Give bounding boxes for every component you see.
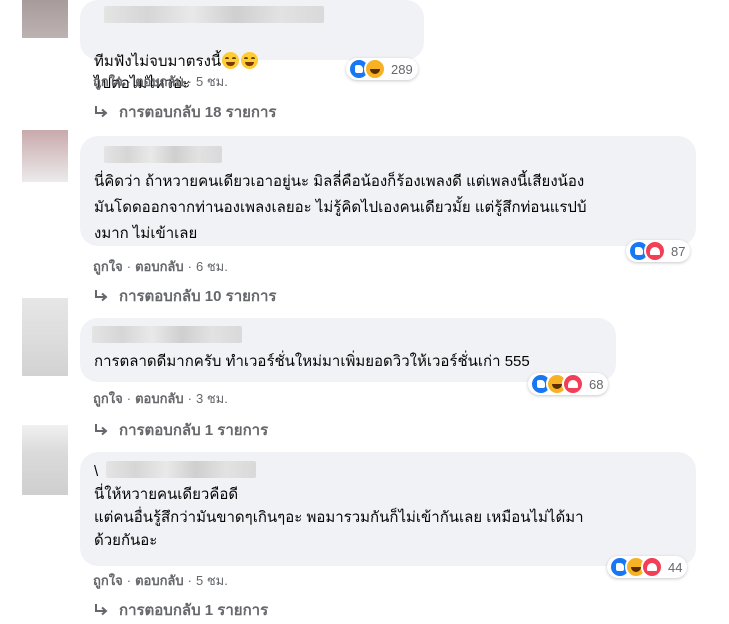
author-name-blurred[interactable] — [92, 326, 242, 343]
reply-arrow-icon — [93, 603, 109, 617]
grinning-face-icon — [222, 52, 240, 69]
reaction-summary[interactable]: 44 — [607, 556, 688, 578]
timestamp[interactable]: 6 ชม. — [196, 259, 228, 274]
timestamp[interactable]: 3 ชม. — [196, 391, 228, 406]
comment-bubble: \ นี่ให้หวายคนเดียวคือดี แต่คนอื่นรู้สึก… — [80, 452, 696, 566]
reply-button[interactable]: ตอบกลับ — [135, 391, 184, 406]
love-icon — [562, 373, 584, 395]
love-icon — [644, 240, 666, 262]
haha-icon — [364, 58, 386, 80]
comment-bubble: ทีมฟังไม่จบมาตรงนี้ ไปต่อไม่ไหวอ่ะ — [80, 0, 424, 92]
comment-text: นี่คิดว่า ถ้าหวายคนเดียวเอาอยู่นะ มิลลี่… — [94, 173, 587, 242]
comment-actions: ถูกใจ · ตอบกลับ · 5 ชม. — [93, 71, 228, 92]
comment-bubble: นี่คิดว่า ถ้าหวายคนเดียวเอาอยู่นะ มิลลี่… — [80, 136, 696, 246]
reply-arrow-icon — [93, 289, 109, 303]
view-replies-link[interactable]: การตอบกลับ 18 รายการ — [93, 100, 276, 124]
like-button[interactable]: ถูกใจ — [93, 259, 123, 274]
reaction-summary[interactable]: 289 — [346, 58, 418, 80]
view-replies-link[interactable]: การตอบกลับ 1 รายการ — [93, 418, 268, 442]
comment-actions: ถูกใจ · ตอบกลับ · 5 ชม. — [93, 570, 228, 591]
timestamp[interactable]: 5 ชม. — [196, 573, 228, 588]
separator-dot: · — [126, 259, 132, 274]
avatar[interactable] — [22, 298, 68, 376]
separator-dot: · — [126, 74, 132, 89]
avatar[interactable] — [22, 425, 68, 495]
comment-actions: ถูกใจ · ตอบกลับ · 6 ชม. — [93, 256, 228, 277]
reaction-count: 87 — [671, 243, 686, 259]
like-button[interactable]: ถูกใจ — [93, 74, 123, 89]
reaction-summary[interactable]: 68 — [528, 373, 609, 395]
replies-count-label: การตอบกลับ 10 รายการ — [119, 288, 277, 305]
view-replies-link[interactable]: การตอบกลับ 1 รายการ — [93, 598, 268, 622]
grinning-face-icon — [241, 52, 259, 69]
separator-dot: · — [187, 74, 192, 89]
reaction-count: 68 — [589, 376, 604, 392]
view-replies-link[interactable]: การตอบกลับ 10 รายการ — [93, 284, 276, 308]
avatar[interactable] — [22, 130, 68, 182]
separator-dot: · — [187, 259, 192, 274]
reply-arrow-icon — [93, 423, 109, 437]
like-button[interactable]: ถูกใจ — [93, 573, 123, 588]
comment-text: การตลาดดีมากครับ ทำเวอร์ชั่นใหม่มาเพิ่มย… — [94, 353, 530, 370]
separator-dot: · — [126, 391, 132, 406]
love-icon — [641, 556, 663, 578]
replies-count-label: การตอบกลับ 1 รายการ — [119, 602, 269, 619]
comment-text-part: ทีมฟังไม่จบมาตรงนี้ — [94, 53, 222, 70]
comment-actions: ถูกใจ · ตอบกลับ · 3 ชม. — [93, 388, 228, 409]
reply-button[interactable]: ตอบกลับ — [135, 573, 184, 588]
reaction-summary[interactable]: 87 — [626, 240, 691, 262]
avatar[interactable] — [22, 0, 68, 38]
reply-button[interactable]: ตอบกลับ — [135, 259, 184, 274]
reaction-count: 44 — [668, 559, 683, 575]
reaction-count: 289 — [391, 61, 413, 77]
separator-dot: · — [187, 573, 192, 588]
separator-dot: · — [126, 573, 132, 588]
reply-arrow-icon — [93, 105, 109, 119]
author-name-blurred[interactable] — [106, 461, 256, 478]
author-name-blurred[interactable] — [104, 6, 324, 23]
replies-count-label: การตอบกลับ 18 รายการ — [119, 104, 277, 121]
replies-count-label: การตอบกลับ 1 รายการ — [119, 422, 269, 439]
separator-dot: · — [187, 391, 192, 406]
reply-button[interactable]: ตอบกลับ — [135, 74, 184, 89]
timestamp[interactable]: 5 ชม. — [196, 74, 228, 89]
like-button[interactable]: ถูกใจ — [93, 391, 123, 406]
author-name-blurred[interactable] — [104, 146, 222, 163]
